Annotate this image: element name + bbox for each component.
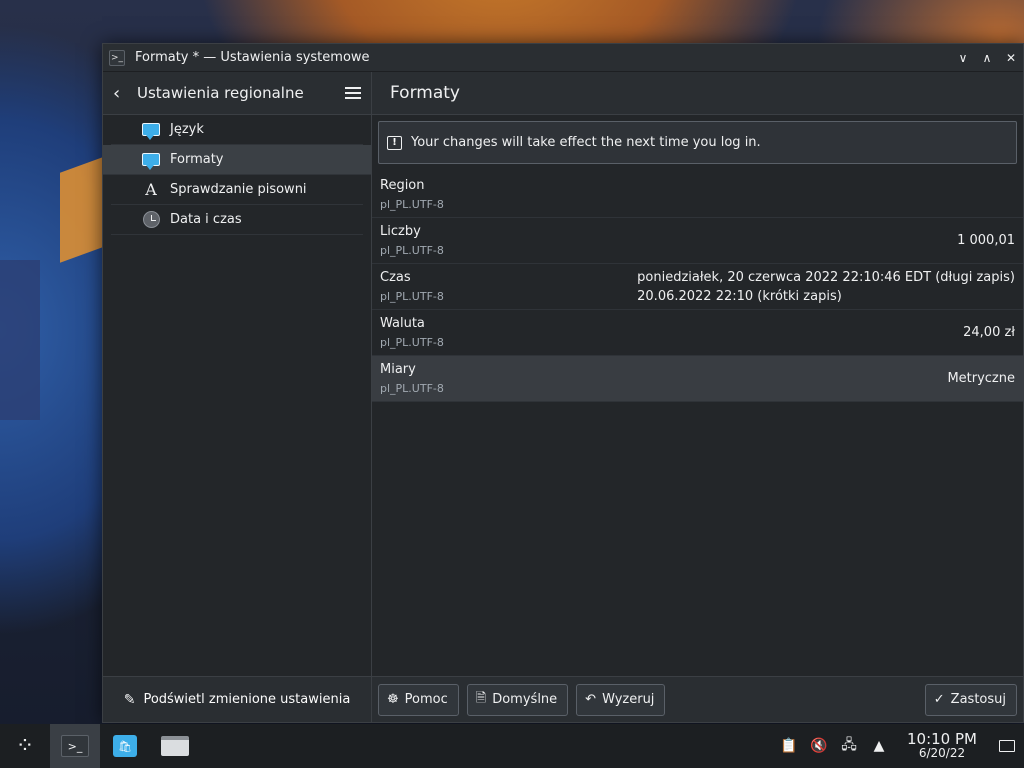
- list-item-numbers[interactable]: Liczby pl_PL.UTF-8 1 000,01: [372, 218, 1023, 264]
- launcher-icon: ⁘: [15, 733, 35, 759]
- sidebar-title: Ustawienia regionalne: [137, 84, 304, 102]
- row-locale: pl_PL.UTF-8: [380, 336, 444, 349]
- terminal-app-icon: >_: [109, 49, 125, 66]
- sidebar-item-label: Język: [170, 122, 204, 137]
- volume-muted-icon[interactable]: 🔇: [804, 738, 834, 754]
- main-panel: Formaty ! Your changes will take effect …: [372, 72, 1023, 722]
- app-launcher-button[interactable]: ⁘: [0, 724, 50, 768]
- maximize-icon[interactable]: ∧: [975, 44, 999, 72]
- hamburger-menu-icon[interactable]: [335, 87, 371, 99]
- row-locale: pl_PL.UTF-8: [380, 382, 444, 395]
- clock-icon: [141, 211, 161, 229]
- window-title: Formaty * — Ustawienia systemowe: [135, 50, 370, 65]
- letter-a-icon: A: [145, 180, 157, 199]
- chat-bubble-icon: [141, 151, 161, 170]
- sidebar-item-jezyk[interactable]: Język: [111, 115, 363, 145]
- terminal-icon: >_: [61, 735, 89, 757]
- list-item-currency[interactable]: Waluta pl_PL.UTF-8 24,00 zł: [372, 310, 1023, 356]
- taskbar-terminal[interactable]: >_: [50, 724, 100, 768]
- window-titlebar[interactable]: >_ Formaty * — Ustawienia systemowe ∨ ∧ …: [103, 44, 1023, 72]
- row-label: Liczby: [380, 224, 421, 239]
- help-button-label: Pomoc: [404, 692, 448, 707]
- show-desktop-icon: [999, 740, 1015, 752]
- defaults-button-label: Domyślne: [492, 692, 558, 707]
- row-value-group: poniedziałek, 20 czerwca 2022 22:10:46 E…: [637, 268, 1015, 306]
- chat-bubble-icon: [141, 121, 161, 140]
- row-value: Metryczne: [947, 371, 1015, 386]
- list-item-region[interactable]: Region pl_PL.UTF-8: [372, 172, 1023, 218]
- sidebar-item-label: Sprawdzanie pisowni: [170, 182, 307, 197]
- settings-window: >_ Formaty * — Ustawienia systemowe ∨ ∧ …: [102, 43, 1024, 723]
- taskbar-files[interactable]: [150, 724, 200, 768]
- formats-list: Region pl_PL.UTF-8 Liczby pl_PL.UTF-8 1 …: [372, 172, 1023, 402]
- undo-icon: ↶: [585, 692, 597, 707]
- sidebar-item-datetime[interactable]: Data i czas: [111, 205, 363, 235]
- sidebar-item-spelling[interactable]: A Sprawdzanie pisowni: [111, 175, 363, 205]
- row-value-short: 20.06.2022 22:10 (krótki zapis): [637, 288, 842, 304]
- row-label: Waluta: [380, 316, 425, 331]
- row-locale: pl_PL.UTF-8: [380, 290, 444, 303]
- taskbar: ⁘ >_ 🛍 📋 🔇 🖧 ▲ 10:10 PM 6/20/22: [0, 724, 1024, 768]
- row-label: Czas: [380, 270, 411, 285]
- info-icon: !: [387, 135, 402, 150]
- main-header: Formaty: [372, 72, 1023, 115]
- row-locale: pl_PL.UTF-8: [380, 244, 444, 257]
- sidebar-item-formaty[interactable]: Formaty: [103, 145, 371, 175]
- help-button[interactable]: ☸ Pomoc: [378, 683, 459, 716]
- minimize-icon[interactable]: ∨: [951, 44, 975, 72]
- document-icon: 🗎: [475, 690, 487, 706]
- show-desktop-button[interactable]: [990, 740, 1024, 752]
- row-locale: pl_PL.UTF-8: [380, 198, 444, 211]
- list-item-time[interactable]: Czas pl_PL.UTF-8 poniedziałek, 20 czerwc…: [372, 264, 1023, 310]
- tray-expand-icon[interactable]: ▲: [864, 738, 894, 754]
- wallpaper-shape: [0, 260, 40, 420]
- taskbar-discover[interactable]: 🛍: [100, 724, 150, 768]
- sidebar-item-label: Formaty: [170, 152, 224, 167]
- sidebar: ‹ Ustawienia regionalne Język Formaty A …: [103, 72, 372, 722]
- highlight-changed-label: Podświetl zmienione ustawienia: [143, 692, 351, 707]
- clock-time: 10:10 PM: [907, 730, 977, 748]
- highlight-changed-button[interactable]: ✎ Podświetl zmienione ustawienia: [103, 676, 371, 722]
- checkmark-icon: ✓: [933, 692, 945, 707]
- list-item-measures[interactable]: Miary pl_PL.UTF-8 Metryczne: [372, 356, 1023, 402]
- network-icon[interactable]: 🖧: [834, 734, 864, 758]
- close-icon[interactable]: ✕: [999, 44, 1023, 72]
- page-title: Formaty: [390, 83, 460, 103]
- info-text: Your changes will take effect the next t…: [411, 135, 761, 150]
- row-value: 1 000,01: [957, 233, 1015, 248]
- reset-button-label: Wyzeruj: [602, 692, 655, 707]
- defaults-button[interactable]: 🗎 Domyślne: [466, 683, 569, 716]
- sidebar-item-label: Data i czas: [170, 212, 242, 227]
- row-value: 24,00 zł: [963, 325, 1015, 340]
- apply-button[interactable]: ✓ Zastosuj: [924, 683, 1017, 716]
- store-icon: 🛍: [113, 735, 137, 757]
- row-value: poniedziałek, 20 czerwca 2022 22:10:46 E…: [637, 269, 1015, 285]
- pencil-icon: ✎: [123, 691, 136, 708]
- lifebuoy-icon: ☸: [387, 692, 399, 707]
- row-label: Region: [380, 178, 425, 193]
- clipboard-icon[interactable]: 📋: [774, 738, 804, 754]
- system-tray: 📋 🔇 🖧 ▲ 10:10 PM 6/20/22: [774, 724, 1024, 768]
- folder-icon: [161, 736, 189, 756]
- button-bar: ☸ Pomoc 🗎 Domyślne ↶ Wyzeruj ✓ Zastosuj: [372, 676, 1023, 722]
- clock-widget[interactable]: 10:10 PM 6/20/22: [902, 730, 982, 761]
- row-label: Miary: [380, 362, 416, 377]
- info-banner: ! Your changes will take effect the next…: [378, 121, 1017, 164]
- reset-button[interactable]: ↶ Wyzeruj: [576, 683, 666, 716]
- back-icon[interactable]: ‹: [113, 83, 137, 104]
- sidebar-header: ‹ Ustawienia regionalne: [103, 72, 371, 115]
- apply-button-label: Zastosuj: [950, 692, 1006, 707]
- clock-date: 6/20/22: [918, 746, 966, 760]
